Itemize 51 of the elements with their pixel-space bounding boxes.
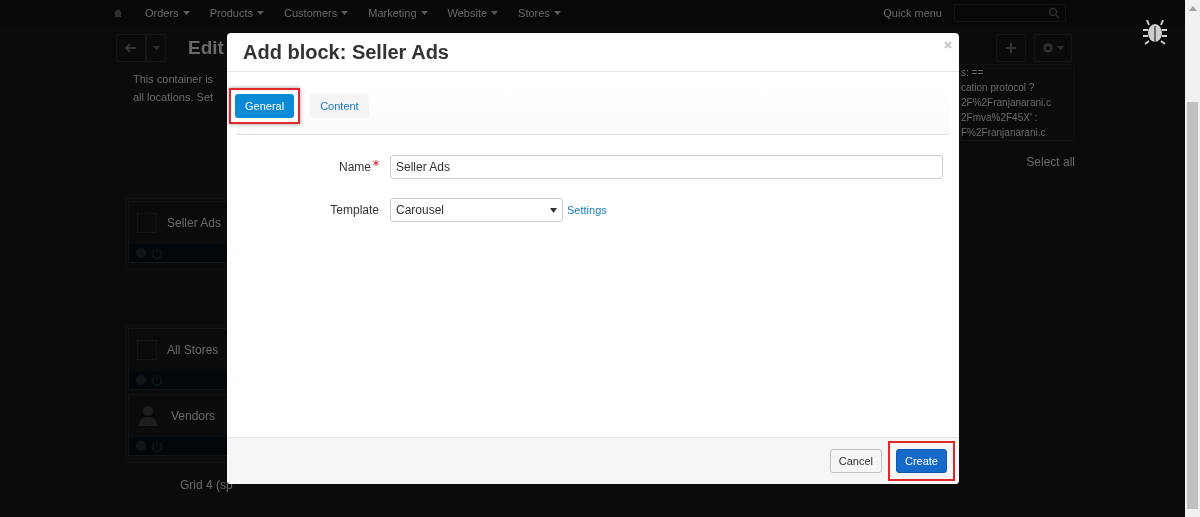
- nav-menu-item[interactable]: Marketing: [368, 6, 417, 19]
- add-button[interactable]: [996, 33, 1026, 62]
- scrollbar[interactable]: [1185, 0, 1200, 517]
- code-text: cation protocol ?: [961, 81, 1036, 95]
- field-label: Template: [330, 203, 379, 217]
- arrow-left-icon: [125, 42, 137, 53]
- cancel-button[interactable]: Cancel: [829, 449, 882, 473]
- caret-icon: [491, 10, 499, 15]
- code-text: 2Fmva%2F45X' :: [961, 111, 1039, 125]
- nav-menu-item[interactable]: Website: [447, 6, 488, 19]
- code-text: F%2Franjanarani.c: [961, 126, 1047, 140]
- code-text: 2F%2Franjanarani.c: [961, 96, 1053, 110]
- code-text-area[interactable]: s: == cation protocol ? 2F%2Franjanarani.c 2Fmva%2F45X' : F%2Franjanarani.c: [960, 64, 1075, 141]
- caret-icon: [420, 10, 428, 15]
- select-all-link[interactable]: Select all: [1026, 155, 1075, 169]
- nav-menu-item[interactable]: Customers: [284, 6, 338, 19]
- nav-menu-item[interactable]: Stores: [518, 6, 550, 19]
- name-input-field[interactable]: Seller Ads: [390, 155, 943, 179]
- nav-menu-item[interactable]: Products: [209, 6, 254, 19]
- block-name: Seller Ads: [167, 216, 222, 230]
- search-field[interactable]: [954, 3, 1066, 22]
- scrollbar-thumb[interactable]: [1187, 102, 1198, 509]
- search-icon: [1048, 6, 1060, 19]
- settings-button[interactable]: [1034, 33, 1072, 62]
- dialog-title: Add block: Seller Ads: [243, 40, 449, 64]
- block-name: All Stores: [167, 343, 219, 357]
- caret-icon: [182, 10, 190, 15]
- page-title: Edit: [188, 36, 224, 59]
- caret-icon: [257, 10, 265, 15]
- caret-icon: [550, 207, 557, 213]
- notice-text: This container is: [133, 72, 215, 87]
- plus-icon: [1006, 42, 1016, 53]
- home-icon: [113, 7, 123, 18]
- tab[interactable]: Content: [310, 94, 369, 118]
- block-name: Vendors: [171, 409, 216, 423]
- dropdown-button[interactable]: [146, 33, 166, 62]
- nav-menu-item[interactable]: Orders: [145, 6, 179, 19]
- caret-icon: [1056, 45, 1064, 50]
- template-select[interactable]: Carousel: [390, 198, 563, 222]
- field-label: Name: [339, 160, 371, 174]
- settings-link[interactable]: Settings: [567, 204, 607, 216]
- scroll-up-icon: [1188, 6, 1197, 11]
- close-icon: [944, 41, 952, 49]
- caret-icon: [152, 45, 160, 50]
- quick-menu-link[interactable]: Quick menu: [883, 6, 942, 19]
- caret-icon: [553, 10, 561, 15]
- caret-icon: [341, 10, 349, 15]
- code-text: s: ==: [961, 66, 985, 80]
- create-button[interactable]: Create: [895, 449, 947, 473]
- back-button[interactable]: [116, 33, 146, 62]
- tab[interactable]: General: [235, 94, 295, 118]
